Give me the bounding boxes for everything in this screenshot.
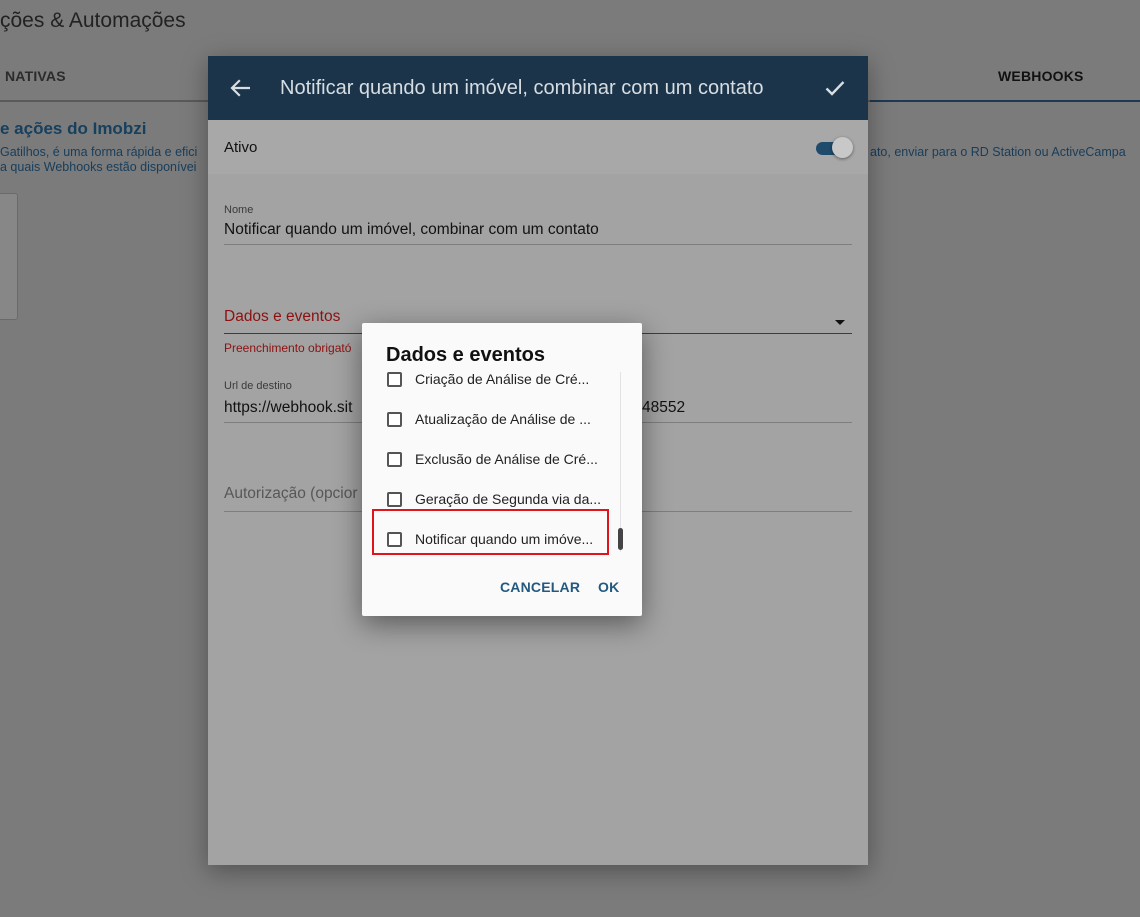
events-list-content: Criação de Análise de Cré... Atualização…	[362, 372, 626, 560]
section-description-line1: Gatilhos, é uma forma rápida e efici	[0, 145, 198, 159]
events-list: Criação de Análise de Cré... Atualização…	[362, 372, 626, 560]
name-field-underline	[224, 244, 852, 245]
scrollbar-thumb[interactable]	[618, 528, 623, 550]
list-item-label: Geração de Segunda via da...	[415, 491, 602, 507]
list-item-label: Atualização de Análise de ...	[415, 411, 591, 427]
scrollbar[interactable]	[618, 372, 624, 552]
modal-header: Notificar quando um imóvel, combinar com…	[208, 56, 868, 120]
active-row: Ativo	[208, 120, 868, 174]
authorization-placeholder: Autorização (opcior	[224, 485, 358, 502]
active-tab-indicator	[870, 100, 1140, 102]
dialog-title: Dados e eventos	[386, 344, 545, 366]
cancel-button[interactable]: CANCELAR	[500, 579, 580, 595]
name-field-value: Notificar quando um imóvel, combinar com…	[224, 221, 599, 238]
list-item[interactable]: Criação de Análise de Cré...	[362, 372, 626, 400]
list-item[interactable]: Notificar quando um imóve...	[362, 520, 626, 560]
ok-button[interactable]: OK	[598, 579, 619, 595]
modal-title: Notificar quando um imóvel, combinar com…	[280, 77, 764, 99]
events-select-label: Dados e eventos	[224, 308, 341, 325]
section-description-right: ato, enviar para o RD Station ou ActiveC…	[870, 145, 1126, 159]
tab-webhooks[interactable]: WEBHOOKS	[998, 68, 1084, 84]
tab-nativas[interactable]: NATIVAS	[5, 68, 66, 84]
dialog-actions: CANCELAR OK	[362, 576, 642, 600]
events-select-error: Preenchimento obrigató	[224, 341, 352, 355]
url-value-start: https://webhook.sit	[224, 399, 353, 416]
checkbox[interactable]	[387, 372, 402, 387]
list-item-label: Exclusão de Análise de Cré...	[415, 451, 598, 467]
scrollbar-track	[620, 372, 621, 552]
list-item[interactable]: Geração de Segunda via da...	[362, 480, 626, 520]
page-title: ções & Automações	[0, 9, 186, 32]
name-field[interactable]: Nome Notificar quando um imóvel, combina…	[224, 204, 852, 245]
list-item[interactable]: Exclusão de Análise de Cré...	[362, 440, 626, 480]
back-button[interactable]	[226, 74, 254, 102]
checkbox[interactable]	[387, 452, 402, 467]
toggle-thumb	[832, 137, 853, 158]
name-field-label: Nome	[224, 204, 254, 216]
dropdown-arrow-icon	[835, 320, 845, 325]
active-label: Ativo	[224, 139, 258, 156]
section-description-line2: a quais Webhooks estão disponívei	[0, 160, 197, 174]
checkbox[interactable]	[387, 532, 402, 547]
list-item[interactable]: Atualização de Análise de ...	[362, 400, 626, 440]
url-field-label: Url de destino	[224, 380, 292, 392]
events-dialog: Dados e eventos Criação de Análise de Cr…	[362, 323, 642, 616]
arrow-left-icon	[230, 79, 250, 97]
list-item-label: Criação de Análise de Cré...	[415, 372, 590, 387]
integration-card[interactable]	[0, 193, 18, 320]
active-toggle[interactable]	[816, 137, 853, 159]
url-value-end: 48552	[642, 399, 686, 416]
confirm-button[interactable]	[820, 74, 850, 102]
check-icon	[825, 81, 845, 96]
checkbox[interactable]	[387, 412, 402, 427]
section-title: e ações do Imobzi	[0, 119, 147, 138]
checkbox[interactable]	[387, 492, 402, 507]
list-item-label: Notificar quando um imóve...	[415, 531, 594, 547]
